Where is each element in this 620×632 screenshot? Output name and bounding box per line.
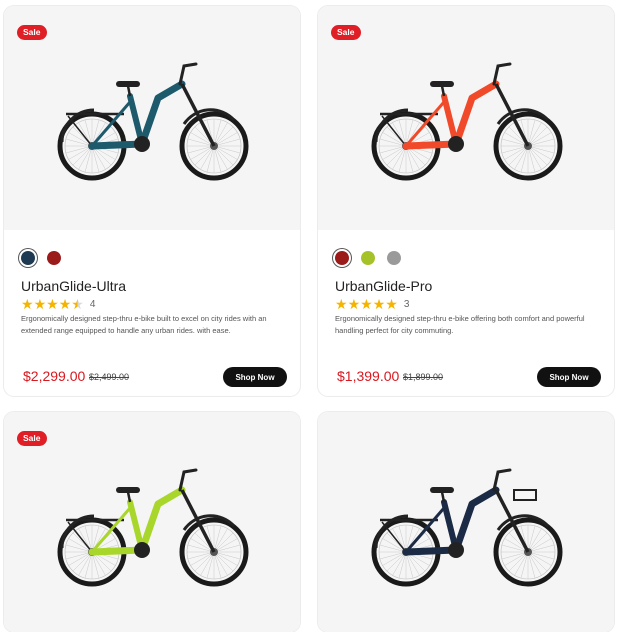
sale-badge: Sale — [17, 25, 47, 40]
star-icon: ★ — [71, 296, 84, 312]
star-rating: ★★★★★ 3 — [335, 296, 409, 312]
star-icon: ★ — [385, 296, 398, 312]
color-swatches — [21, 251, 61, 265]
star-icon: ★ — [58, 296, 72, 312]
star-icon: ★ — [360, 296, 373, 312]
sale-price: $1,399.00 — [337, 368, 400, 384]
star-icon: ★ — [33, 296, 47, 312]
color-swatch[interactable] — [387, 251, 401, 265]
sale-badge: Sale — [331, 25, 361, 40]
ebike-image — [57, 468, 249, 587]
product-card: Sale — [4, 412, 300, 632]
product-description: Ergonomically designed step-thru e-bike … — [335, 314, 585, 335]
product-card: Sale UrbanGlide-Pro ★★★★★ 3 Ergonomicall… — [318, 6, 614, 396]
review-count: 3 — [403, 298, 410, 310]
star-rating: ★★★★★ 4 — [21, 296, 95, 312]
star-icon: ★ — [347, 296, 361, 312]
product-image-area[interactable] — [318, 412, 614, 632]
product-title[interactable]: UrbanGlide-Pro — [335, 278, 432, 294]
product-image-area[interactable]: Sale — [4, 412, 300, 632]
star-icon: ★ — [335, 296, 348, 312]
color-swatch[interactable] — [47, 251, 61, 265]
rating-stars: ★★★★★ — [21, 296, 84, 312]
original-price: $2,499.00 — [89, 372, 130, 382]
ebike-image — [57, 62, 249, 181]
product-title[interactable]: UrbanGlide-Ultra — [21, 278, 126, 294]
color-swatches — [335, 251, 401, 265]
shop-now-button[interactable]: Shop Now — [537, 367, 601, 387]
product-card — [318, 412, 614, 632]
original-price: $1,899.00 — [403, 372, 444, 382]
ebike-image — [371, 62, 563, 181]
star-icon: ★ — [46, 296, 59, 312]
product-card: Sale UrbanGlide-Ultra ★★★★★ 4 Ergonomica… — [4, 6, 300, 396]
sale-badge: Sale — [17, 431, 47, 446]
color-swatch[interactable] — [21, 251, 35, 265]
review-count: 4 — [89, 298, 96, 310]
star-icon: ★ — [372, 296, 386, 312]
color-swatch[interactable] — [335, 251, 349, 265]
product-image-area[interactable]: Sale — [4, 6, 300, 230]
product-image-area[interactable]: Sale — [318, 6, 614, 230]
ebike-image — [371, 468, 563, 587]
rating-stars: ★★★★★ — [335, 296, 398, 312]
color-swatch[interactable] — [361, 251, 375, 265]
sale-price: $2,299.00 — [23, 368, 86, 384]
product-description: Ergonomically designed step-thru e-bike … — [21, 314, 267, 335]
shop-now-button[interactable]: Shop Now — [223, 367, 287, 387]
star-icon: ★ — [21, 296, 34, 312]
